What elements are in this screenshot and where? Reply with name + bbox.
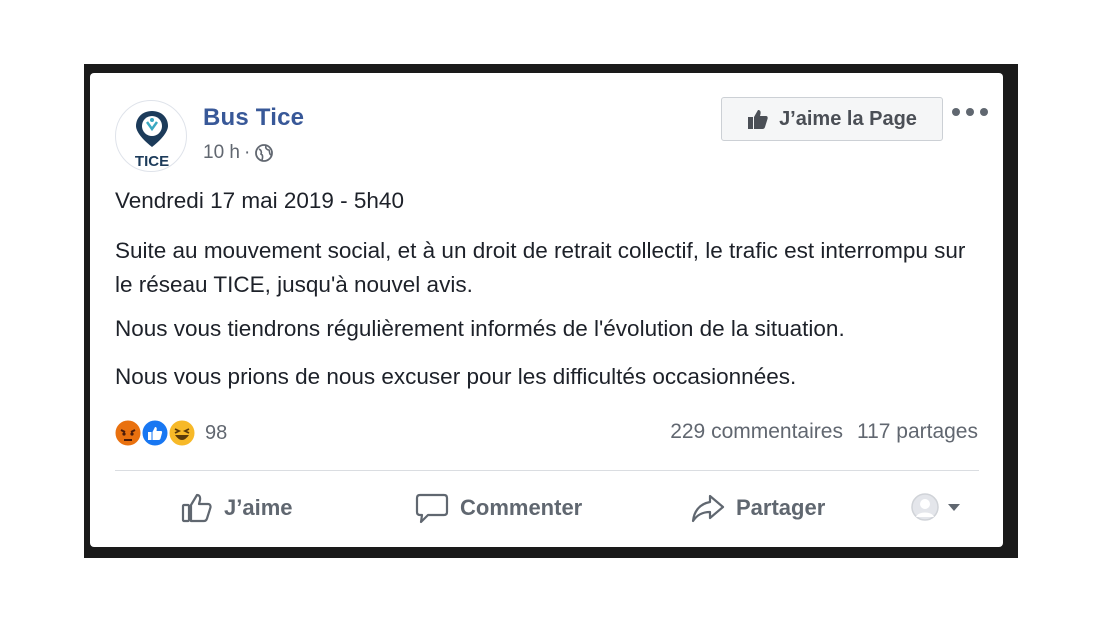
user-avatar-icon	[911, 493, 939, 521]
comment-button[interactable]: Commenter	[414, 488, 582, 528]
thumbs-up-icon	[181, 493, 212, 523]
more-options-button[interactable]	[952, 100, 988, 124]
like-page-label: J’aime la Page	[779, 107, 917, 130]
divider	[115, 470, 979, 471]
post-meta: 10 h ·	[203, 142, 274, 164]
post-paragraph-1: Suite au mouvement social, et à un droit…	[115, 238, 966, 297]
reaction-count: 98	[205, 421, 228, 444]
haha-reaction-icon	[167, 418, 197, 448]
share-label: Partager	[736, 495, 826, 520]
meta-separator: ·	[243, 142, 251, 163]
dot-icon	[966, 108, 974, 116]
like-label: J’aime	[224, 495, 293, 520]
chevron-down-icon	[948, 504, 960, 511]
like-button[interactable]: J’aime	[180, 488, 293, 528]
comment-icon	[415, 493, 449, 524]
post-time[interactable]: 10 h	[203, 142, 240, 164]
tice-logo: TICE	[135, 111, 169, 170]
page-avatar[interactable]: TICE	[115, 100, 187, 172]
angry-reaction-icon	[113, 418, 143, 448]
comments-count-link[interactable]: 229 commentaires	[670, 420, 843, 444]
post-stats: 229 commentaires 117 partages	[670, 420, 978, 444]
post-date-line: Vendredi 17 mai 2019 - 5h40	[115, 188, 404, 213]
dot-icon	[980, 108, 988, 116]
like-page-button[interactable]: J’aime la Page	[721, 97, 943, 141]
dot-icon	[952, 108, 960, 116]
logo-text: TICE	[135, 153, 169, 170]
shares-count-link[interactable]: 117 partages	[857, 420, 978, 444]
share-button[interactable]: Partager	[690, 488, 825, 528]
globe-icon[interactable]	[254, 143, 274, 163]
comment-label: Commenter	[460, 495, 583, 520]
audience-selector[interactable]	[910, 492, 962, 522]
page-name-link[interactable]: Bus Tice	[203, 104, 304, 132]
post-paragraph-2: Nous vous tiendrons régulièrement inform…	[115, 316, 845, 341]
share-icon	[691, 494, 725, 523]
thumbs-up-icon	[748, 110, 768, 129]
like-reaction-icon	[140, 418, 170, 448]
reactions-summary[interactable]: 98	[113, 418, 227, 448]
post-paragraph-3: Nous vous prions de nous excuser pour le…	[115, 364, 797, 389]
